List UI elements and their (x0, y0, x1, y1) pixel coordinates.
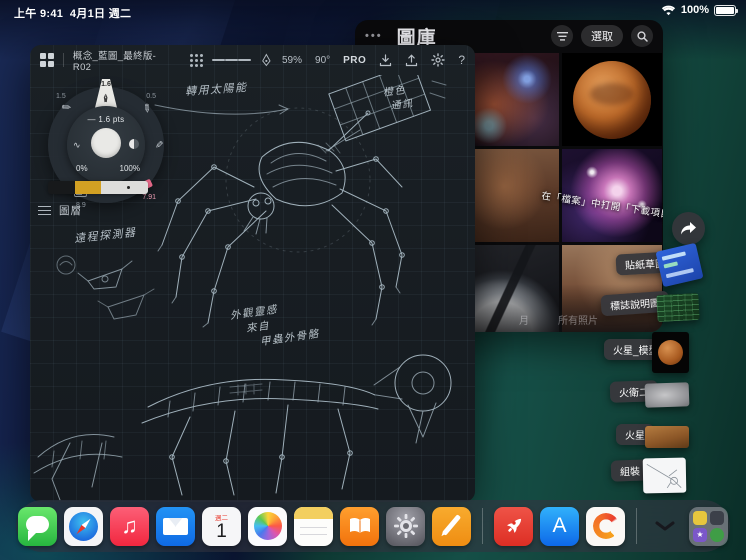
tab-all-photos[interactable]: 所有照片 (558, 312, 598, 327)
photo-mars-globe[interactable] (562, 53, 662, 146)
tool-size-right: 0.5 (146, 93, 156, 100)
precision-grid-icon[interactable] (190, 53, 204, 67)
layers-menu-icon[interactable] (38, 203, 51, 217)
share-forward-button[interactable] (672, 212, 705, 245)
tool-wheel-center-disc[interactable]: — 1.6 pts ∿ 0% 100% (67, 106, 145, 184)
zoom-level[interactable]: 59% (282, 55, 302, 66)
settings-gear-icon[interactable] (431, 53, 446, 67)
battery-icon (714, 4, 738, 16)
dock-divider (482, 508, 483, 544)
dock: ♫ 週二 1 A ★ (16, 500, 730, 552)
color-puck[interactable] (91, 128, 121, 158)
app-concepts[interactable] (586, 506, 625, 546)
rocket-icon (506, 518, 521, 533)
open-book-icon (349, 517, 370, 533)
divider (63, 53, 64, 67)
export-share-icon[interactable] (405, 53, 418, 67)
concepts-app-window: 概念_藍圖_最終版-R02 59% 90° PRO ? 轉用太陽能 橙色 通訊 … (30, 45, 475, 502)
library-mini-icon (693, 510, 707, 525)
battery-percent: 100% (680, 4, 709, 16)
calendar-weekday: 週二 (215, 514, 228, 522)
app-books[interactable] (340, 506, 379, 546)
tab-month[interactable]: 月 (519, 312, 529, 327)
chevron-down-icon (655, 521, 675, 531)
stroke-size-label: — 1.6 pts (87, 115, 125, 124)
app-calendar[interactable]: 週二 1 (202, 506, 241, 546)
app-rocket[interactable] (494, 506, 533, 546)
import-icon[interactable] (379, 53, 392, 67)
opacity-max: 100% (119, 164, 140, 173)
app-music[interactable]: ♫ (110, 506, 149, 546)
filter-button[interactable] (551, 25, 573, 47)
document-title[interactable]: 概念_藍圖_最終版-R02 (73, 48, 165, 73)
app-photos[interactable] (248, 506, 287, 546)
canvas-rotation[interactable]: 90° (315, 55, 330, 66)
app-library-button[interactable]: ★ (689, 506, 728, 546)
appstore-a-icon: A (552, 514, 567, 537)
eraser-size: 7.91 (142, 194, 156, 201)
status-time: 上午 9:41 (14, 8, 64, 20)
photos-flower-icon (253, 512, 282, 540)
thumb-mars-photo[interactable] (645, 426, 689, 448)
pen-nib-icon[interactable] (260, 53, 273, 67)
app-app-store[interactable]: A (540, 506, 579, 546)
wifi-icon (661, 5, 675, 15)
layers-panel-icon[interactable] (212, 57, 252, 63)
forward-arrow-icon (681, 222, 696, 235)
layers-row[interactable]: 圖層 (38, 203, 82, 218)
swatch-white[interactable] (101, 181, 148, 194)
help-button[interactable]: ? (458, 53, 465, 67)
thumb-assembly-sketch[interactable] (642, 457, 687, 494)
music-note-icon: ♫ (121, 513, 138, 538)
search-icon (636, 30, 648, 42)
library-mini-icon (710, 527, 724, 542)
select-button[interactable]: 選取 (581, 25, 623, 47)
thumb-circuit-board[interactable] (656, 292, 700, 323)
filter-lines-icon (556, 31, 568, 41)
status-bar: 上午 9:41 4月1日 週二 100% (0, 0, 746, 24)
pro-badge[interactable]: PRO (343, 55, 366, 66)
search-button[interactable] (631, 25, 653, 47)
note-comm: 橙色 通訊 (382, 85, 415, 112)
swatch-black[interactable] (48, 181, 75, 194)
gallery-grid-icon[interactable] (40, 53, 54, 67)
app-mail[interactable] (156, 506, 195, 546)
swatch-gold[interactable] (75, 181, 101, 194)
window-controls-dots[interactable]: ••• (365, 30, 383, 42)
thumb-deimos-rock[interactable] (644, 382, 690, 408)
pen-tool-icon[interactable]: ✎ (152, 140, 163, 148)
gear-icon (393, 514, 418, 538)
envelope-icon (163, 517, 188, 535)
smoothing-icon: ∿ (73, 140, 81, 150)
dock-divider (636, 508, 637, 544)
opacity-icon (129, 139, 139, 149)
app-settings[interactable] (386, 506, 425, 546)
thumb-mars-model[interactable] (652, 332, 689, 373)
app-safari[interactable] (64, 506, 103, 546)
concepts-toolbar: 概念_藍圖_最終版-R02 59% 90° PRO ? (30, 45, 475, 75)
app-notes[interactable] (294, 506, 333, 546)
calendar-day: 1 (216, 520, 227, 542)
hide-dock-chevron[interactable] (648, 507, 682, 546)
library-mini-icon: ★ (693, 527, 707, 542)
status-time-date: 上午 9:41 4月1日 週二 (14, 5, 131, 21)
concepts-c-icon (592, 513, 619, 539)
app-messages[interactable] (18, 506, 57, 546)
swatch-dot (126, 186, 130, 189)
library-mini-icon (710, 510, 724, 525)
tool-size-left: 1.5 (56, 93, 66, 100)
screen: 上午 9:41 4月1日 週二 100% ••• 圖庫 選取 月 所有照片 在「… (0, 0, 746, 560)
opacity-min: 0% (76, 164, 88, 173)
app-drawing[interactable] (432, 506, 471, 546)
pen-icon (441, 513, 462, 536)
color-swatch-bar[interactable] (48, 181, 148, 194)
layers-label: 圖層 (59, 205, 82, 217)
status-date: 4月1日 週二 (69, 8, 132, 20)
